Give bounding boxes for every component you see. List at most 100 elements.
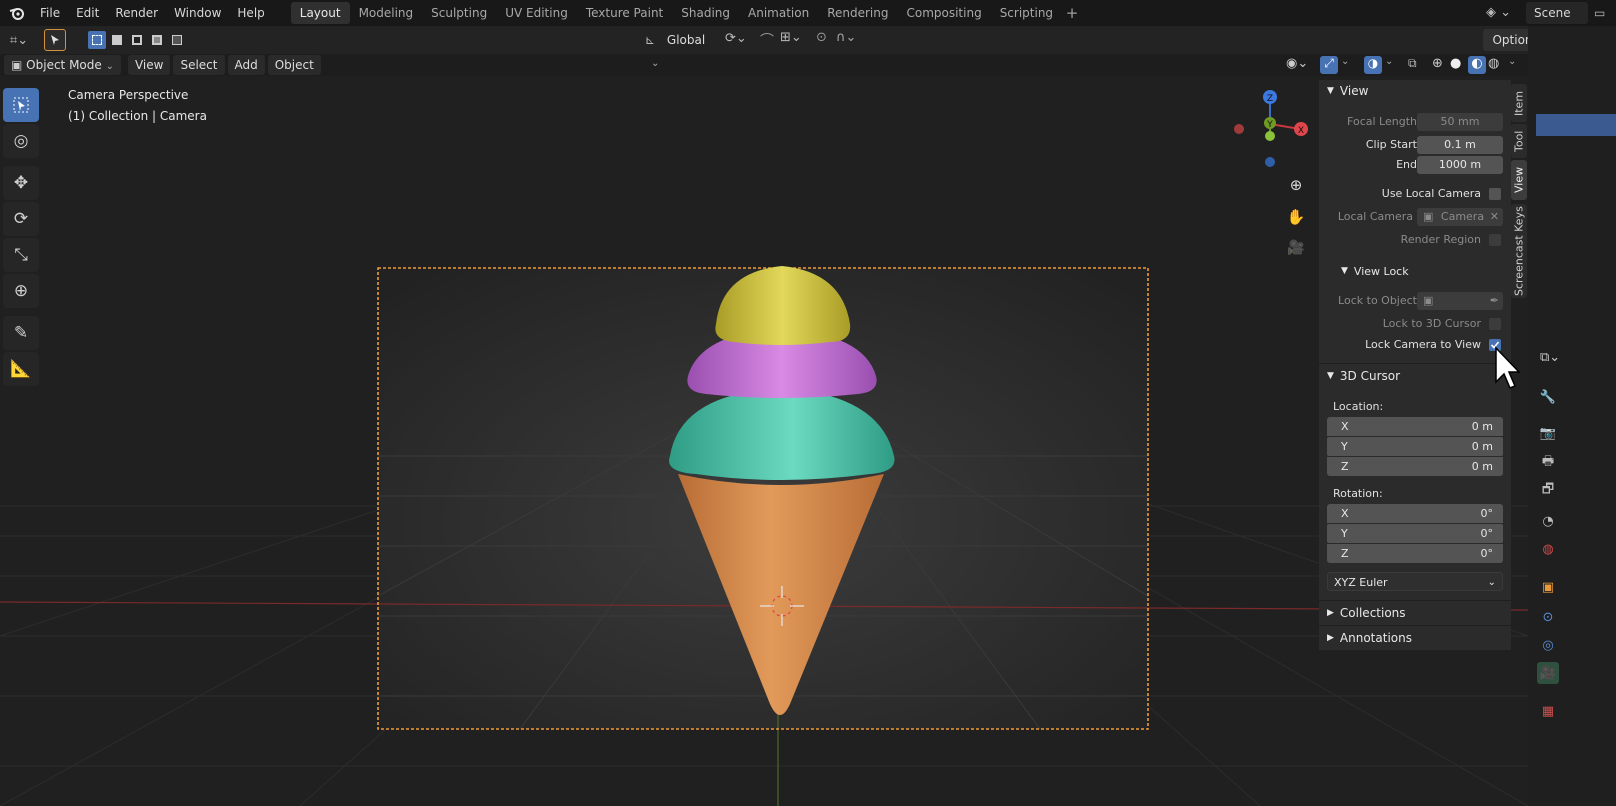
properties-editor-type-icon[interactable]: ⧉⌄: [1540, 350, 1570, 370]
tab-texture-paint[interactable]: Texture Paint: [577, 2, 672, 24]
clip-end-field[interactable]: 1000 m: [1417, 156, 1503, 174]
tab-scripting[interactable]: Scripting: [991, 2, 1062, 24]
3d-cursor-section-header[interactable]: ▼ 3D Cursor: [1319, 365, 1511, 387]
location-z-field[interactable]: Z 0 m: [1327, 457, 1503, 476]
output-properties-icon[interactable]: 🖶: [1537, 452, 1559, 474]
select-mode-subtract-icon[interactable]: [128, 31, 146, 49]
menu-object[interactable]: Object: [267, 55, 321, 75]
gizmo-toggle-icon[interactable]: ⤢: [1320, 56, 1338, 74]
move-tool-icon[interactable]: ✥: [3, 166, 39, 200]
select-mode-intersect-icon[interactable]: [168, 31, 186, 49]
render-region-checkbox[interactable]: [1489, 234, 1501, 246]
close-icon[interactable]: ✕: [1490, 208, 1499, 226]
snap-target-icon[interactable]: ⊞⌄: [780, 30, 808, 48]
location-y-field[interactable]: Y 0 m: [1327, 437, 1503, 456]
scale-tool-icon[interactable]: ⤡: [3, 238, 39, 272]
snap-icon[interactable]: ⌒: [760, 30, 778, 49]
overlays-dropdown-icon[interactable]: ⌄: [1385, 56, 1397, 74]
rotate-tool-icon[interactable]: ⟳: [3, 202, 39, 236]
transform-tool-icon[interactable]: ⊕: [3, 274, 39, 308]
constraint-properties-icon[interactable]: ⊙: [1537, 606, 1559, 628]
menu-view[interactable]: View: [127, 55, 171, 75]
rotation-z-field[interactable]: Z 0°: [1327, 544, 1503, 563]
measure-tool-icon[interactable]: 📐: [3, 352, 39, 386]
collections-section-header[interactable]: ▶ Collections: [1319, 602, 1511, 624]
tab-layout[interactable]: Layout: [290, 2, 350, 24]
clip-start-field[interactable]: 0.1 m: [1417, 136, 1503, 154]
tab-shading[interactable]: Shading: [672, 2, 739, 24]
proportional-edit-icon[interactable]: ⊙: [816, 30, 832, 48]
tab-tool[interactable]: Tool: [1511, 124, 1527, 158]
proportional-falloff-icon[interactable]: ∩⌄: [836, 30, 864, 48]
shading-solid-icon[interactable]: ●: [1450, 56, 1466, 74]
object-mode-dropdown[interactable]: ▣ Object Mode ⌄: [4, 55, 121, 75]
shading-rendered-icon[interactable]: ◍: [1488, 56, 1504, 74]
cursor-tool-icon[interactable]: ◎: [3, 124, 39, 158]
tab-item[interactable]: Item: [1511, 84, 1527, 122]
zoom-icon[interactable]: ⊕: [1286, 176, 1306, 196]
annotate-tool-icon[interactable]: ✎: [3, 316, 39, 350]
world-properties-icon[interactable]: ◍: [1537, 538, 1559, 560]
tab-compositing[interactable]: Compositing: [897, 2, 990, 24]
tab-uv-editing[interactable]: UV Editing: [496, 2, 577, 24]
shading-wireframe-icon[interactable]: ⊕: [1432, 56, 1448, 74]
scene-selector-icon[interactable]: ◈ ⌄: [1486, 3, 1520, 23]
pan-hand-icon[interactable]: ✋: [1286, 208, 1306, 228]
tab-rendering[interactable]: Rendering: [818, 2, 897, 24]
view-section-header[interactable]: ▼ View: [1319, 80, 1511, 102]
menu-help[interactable]: Help: [229, 0, 272, 26]
annotations-section-header[interactable]: ▶ Annotations: [1319, 627, 1511, 649]
menu-render[interactable]: Render: [107, 0, 166, 26]
scene-name-field[interactable]: Scene: [1526, 2, 1588, 24]
blender-logo-icon[interactable]: [6, 2, 28, 24]
menu-edit[interactable]: Edit: [68, 0, 107, 26]
lock-to-3d-cursor-checkbox[interactable]: [1489, 318, 1501, 330]
local-camera-field[interactable]: ▣ Camera ✕: [1417, 208, 1503, 226]
focal-length-field[interactable]: 50 mm: [1417, 113, 1503, 131]
lock-to-object-field[interactable]: ▣ ✒: [1417, 292, 1503, 310]
add-workspace-button[interactable]: +: [1062, 2, 1082, 24]
tool-properties-icon[interactable]: 🔧: [1537, 386, 1559, 408]
tab-view[interactable]: View: [1511, 160, 1527, 200]
view-lock-section-header[interactable]: ▼ View Lock: [1319, 260, 1511, 282]
texture-properties-icon[interactable]: ▦: [1537, 700, 1559, 722]
camera-view-icon[interactable]: 🎥: [1286, 240, 1306, 260]
select-mode-extend-icon[interactable]: [108, 31, 126, 49]
rotation-x-field[interactable]: X 0°: [1327, 504, 1503, 523]
shading-dropdown-icon[interactable]: ⌄: [1508, 56, 1520, 74]
tab-sculpting[interactable]: Sculpting: [422, 2, 496, 24]
tab-animation[interactable]: Animation: [739, 2, 818, 24]
view-layer-properties-icon[interactable]: 🗗: [1537, 480, 1559, 502]
menu-window[interactable]: Window: [166, 0, 229, 26]
visibility-icon[interactable]: ◉⌄: [1286, 56, 1314, 74]
transform-orientation-dropdown[interactable]: ⊾ Global ⌄: [641, 29, 719, 69]
editor-type-icon[interactable]: ⌗⌄: [4, 29, 34, 51]
overlays-toggle-icon[interactable]: ◑: [1364, 56, 1382, 74]
menu-add[interactable]: Add: [227, 55, 265, 75]
object-properties-icon[interactable]: ▣: [1537, 576, 1559, 598]
object-icon: ▣: [1423, 294, 1434, 307]
menu-file[interactable]: File: [32, 0, 68, 26]
physics-properties-icon[interactable]: ◎: [1537, 634, 1559, 656]
navigation-gizmo[interactable]: Z X Y: [1230, 86, 1314, 170]
tab-screencast-keys[interactable]: Screencast Keys: [1511, 204, 1527, 298]
select-mode-invert-icon[interactable]: [148, 31, 166, 49]
rotation-mode-dropdown[interactable]: XYZ Euler ⌄: [1327, 572, 1503, 591]
eyedropper-icon[interactable]: ✒: [1490, 292, 1499, 310]
scene-properties-icon[interactable]: ◔: [1537, 510, 1559, 532]
use-local-camera-checkbox[interactable]: [1489, 188, 1501, 200]
xray-icon[interactable]: ⧉: [1408, 56, 1424, 74]
shading-material-icon[interactable]: ◐: [1468, 56, 1486, 74]
pivot-point-icon[interactable]: ⟳⌄: [725, 31, 753, 49]
select-box-tool-icon[interactable]: [3, 88, 39, 122]
select-tool-icon[interactable]: [44, 29, 66, 51]
camera-data-properties-icon[interactable]: 🎥: [1537, 662, 1559, 684]
tab-modeling[interactable]: Modeling: [350, 2, 423, 24]
menu-select[interactable]: Select: [173, 55, 225, 75]
render-properties-icon[interactable]: 📷: [1537, 422, 1559, 444]
rotation-y-field[interactable]: Y 0°: [1327, 524, 1503, 543]
select-mode-new-icon[interactable]: [88, 31, 106, 49]
location-x-field[interactable]: X 0 m: [1327, 417, 1503, 436]
gizmo-dropdown-icon[interactable]: ⌄: [1341, 56, 1353, 74]
view-layer-icon[interactable]: ▭: [1594, 3, 1614, 23]
